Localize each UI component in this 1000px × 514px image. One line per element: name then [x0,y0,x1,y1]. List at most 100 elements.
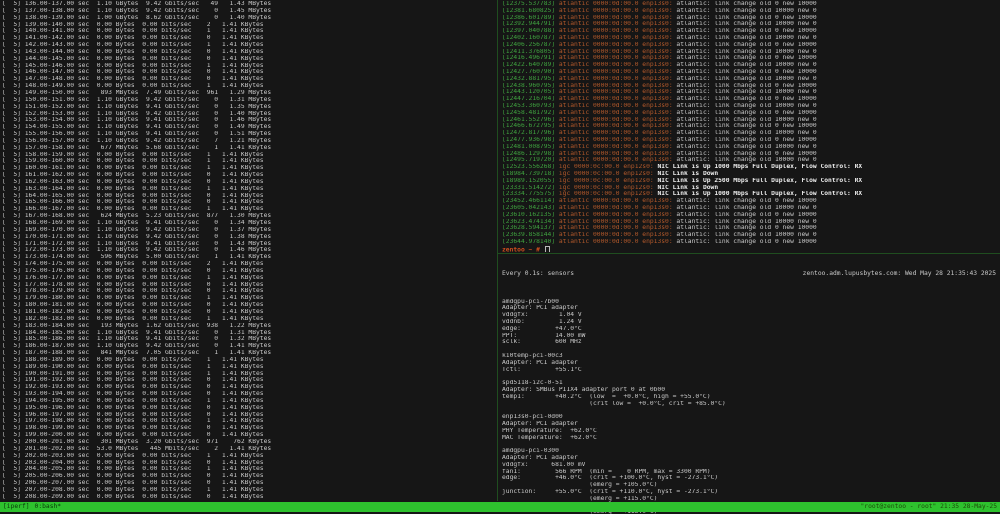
kernel-log-line: [12411.376805] atlantic 0000:0d:00.0 enp… [502,49,998,56]
log-timestamp: [12486.129798] [502,151,559,157]
log-device: atlantic 0000:0d:00.0 enp13s0: [559,157,677,163]
log-message: atlantic: link change old 0 new 10000 [676,96,816,102]
log-timestamp: [12416.496791] [502,55,559,61]
iperf-row: [ 5] 153.00-154.00 sec 1.10 GBytes 9.41 … [2,117,496,124]
iperf-row: [ 5] 181.00-182.00 sec 0.00 Bytes 0.00 b… [2,309,496,316]
log-message: NIC Link is Down [657,185,718,191]
kernel-log-line: [12397.040788] atlantic 0000:0d:00.0 enp… [502,28,998,35]
log-message: atlantic: link change old 10000 new 0 [676,8,816,14]
iperf-row: [ 5] 179.00-180.00 sec 0.00 Bytes 0.00 b… [2,295,496,302]
pane-border-vertical[interactable] [497,0,498,501]
log-message: atlantic: link change old 0 new 10000 [676,110,816,116]
sensors-line: sclk: 600 MHz [502,339,998,346]
log-device: atlantic 0000:0d:00.0 enp13s0: [559,69,677,75]
iperf-row: [ 5] 145.00-146.00 sec 0.00 Bytes 0.00 b… [2,63,496,70]
iperf-row: [ 5] 143.00-144.00 sec 0.00 Bytes 0.00 b… [2,49,496,56]
iperf-row: [ 5] 137.00-138.00 sec 1.10 GBytes 9.42 … [2,8,496,15]
kernel-log-line: [23610.162135] atlantic 0000:0d:00.0 enp… [502,212,998,219]
log-timestamp: [23610.162135] [502,212,559,218]
iperf-row: [ 5] 147.00-148.00 sec 0.00 Bytes 0.00 b… [2,76,496,83]
watch-host-timestamp: zentoo.adm.lupusbytes.com: Wed May 28 21… [803,271,996,278]
iperf-row: [ 5] 203.00-204.00 sec 0.00 Bytes 0.00 b… [2,460,496,467]
iperf-row: [ 5] 174.00-175.00 sec 0.00 Bytes 0.00 b… [2,261,496,268]
kernel-log-line: [12453.360793] atlantic 0000:0d:00.0 enp… [502,103,998,110]
iperf-row: [ 5] 196.00-197.00 sec 0.00 Bytes 0.00 b… [2,412,496,419]
log-device: igc 0000:0c:00.0 enp12s0: [559,191,658,197]
sensors-line: spd5118-i2c-0-51 [502,380,998,387]
log-message: NIC Link is Up 1000 Mbps Full Duplex, Fl… [657,164,862,170]
iperf-row: [ 5] 148.00-149.00 sec 0.00 Bytes 0.00 b… [2,83,496,90]
iperf-row: [ 5] 178.00-179.00 sec 0.00 Bytes 0.00 b… [2,288,496,295]
iperf-row: [ 5] 175.00-176.00 sec 0.00 Bytes 0.00 b… [2,268,496,275]
iperf-row: [ 5] 164.00-165.00 sec 0.00 Bytes 0.00 b… [2,193,496,200]
kernel-log-line: [12443.120705] atlantic 0000:0d:00.0 enp… [502,89,998,96]
dmesg-pane[interactable]: [12375.537783] atlantic 0000:0d:00.0 enp… [502,1,998,253]
iperf-row: [ 5] 190.00-191.00 sec 0.00 Bytes 0.00 b… [2,371,496,378]
terminal-cursor [545,246,550,253]
pane-border-horizontal[interactable] [498,253,1000,254]
sensors-line: Adapter: PCI adapter [502,455,998,462]
log-device: igc 0000:0c:00.0 enp12s0: [559,185,658,191]
sensors-line [502,346,998,353]
iperf-row: [ 5] 197.00-198.00 sec 0.00 Bytes 0.00 b… [2,418,496,425]
log-message: atlantic: link change old 0 new 10000 [676,198,816,204]
iperf-row: [ 5] 200.00-201.00 sec 301 MBytes 3.20 G… [2,439,496,446]
log-message: atlantic: link change old 0 new 10000 [676,69,816,75]
sensors-line [502,407,998,414]
iperf-row: [ 5] 186.00-187.00 sec 1.10 GBytes 9.42 … [2,343,496,350]
sensors-pane[interactable]: Every 0.1s: sensors zentoo.adm.lupusbyte… [502,257,998,502]
iperf-row: [ 5] 192.00-193.00 sec 0.00 Bytes 0.00 b… [2,384,496,391]
log-device: atlantic 0000:0d:00.0 enp13s0: [559,8,677,14]
log-timestamp: [12381.680825] [502,8,559,14]
iperf-row: [ 5] 160.00-161.00 sec 0.00 Bytes 0.00 b… [2,165,496,172]
log-message: atlantic: link change old 10000 new 0 [676,89,816,95]
sensors-line: (crit low = +0.0°C, crit = +85.0°C) [502,401,998,408]
log-timestamp: [12375.537783] [502,1,559,7]
iperf-row: [ 5] 150.00-151.00 sec 1.10 GBytes 9.42 … [2,97,496,104]
kernel-log-line: [12381.680825] atlantic 0000:0d:00.0 enp… [502,8,998,15]
sensors-line: vddgfx: 681.00 mV [502,462,998,469]
log-device: atlantic 0000:0d:00.0 enp13s0: [559,103,677,109]
kernel-log-line: [12438.960795] atlantic 0000:0d:00.0 enp… [502,83,998,90]
kernel-log-line: [12406.256787] atlantic 0000:0d:00.0 enp… [502,42,998,49]
log-timestamp: [12447.216704] [502,96,559,102]
log-timestamp: [23628.594137] [502,225,559,231]
sensors-line: vddnb: 1.24 V [502,319,998,326]
iperf-row: [ 5] 156.00-157.00 sec 1.10 GBytes 9.42 … [2,138,496,145]
log-timestamp: [12481.008795] [502,144,559,150]
iperf-row: [ 5] 140.00-141.00 sec 0.00 Bytes 0.00 b… [2,28,496,35]
log-device: atlantic 0000:0d:00.0 enp13s0: [559,198,677,204]
log-device: atlantic 0000:0d:00.0 enp13s0: [559,144,677,150]
kernel-log-line: [23639.858144] atlantic 0000:0d:00.0 enp… [502,232,998,239]
log-timestamp: [23334.775575] [502,191,559,197]
iperf-row: [ 5] 165.00-166.00 sec 0.00 Bytes 0.00 b… [2,199,496,206]
kernel-log-line: [12427.760790] atlantic 0000:0d:00.0 enp… [502,69,998,76]
iperf-row: [ 5] 182.00-183.00 sec 0.00 Bytes 0.00 b… [2,316,496,323]
iperf-row: [ 5] 168.00-169.00 sec 1.10 GBytes 9.41 … [2,220,496,227]
iperf-row: [ 5] 187.00-188.00 sec 841 MBytes 7.05 G… [2,350,496,357]
iperf-row: [ 5] 171.00-172.00 sec 1.10 GBytes 9.41 … [2,241,496,248]
iperf-row: [ 5] 208.00-209.00 sec 0.00 Bytes 0.00 b… [2,494,496,501]
kernel-log-line: [12392.944791] atlantic 0000:0d:00.0 enp… [502,21,998,28]
log-message: atlantic: link change old 10000 new 0 [676,157,816,163]
tmux-status-right: "root@zentoo - root" 21:35 28-May-25 [861,502,997,512]
log-timestamp: [12432.881795] [502,76,559,82]
log-timestamp: [12386.601789] [502,15,559,21]
log-message: atlantic: link change old 0 new 10000 [676,55,816,61]
tmux-window-item[interactable]: 0:bash* [35,503,62,510]
kernel-log-line: [12432.881795] atlantic 0000:0d:00.0 enp… [502,76,998,83]
shell-prompt-line[interactable]: zentoo ~ # [502,246,998,253]
iperf-pane[interactable]: [ 5] 136.00-137.00 sec 1.10 GBytes 9.42 … [2,1,496,501]
log-timestamp: [12397.040788] [502,28,559,34]
log-message: NIC Link is Up 1000 Mbps Full Duplex, Fl… [657,191,862,197]
watch-header: Every 0.1s: sensors zentoo.adm.lupusbyte… [502,271,998,278]
tmux-session-name: [iperf] [3,503,30,510]
log-timestamp: [12438.960795] [502,83,559,89]
kernel-log-line: [23628.594137] atlantic 0000:0d:00.0 enp… [502,225,998,232]
iperf-row: [ 5] 146.00-147.00 sec 0.00 Bytes 0.00 b… [2,69,496,76]
log-timestamp: [12461.552796] [502,117,559,123]
iperf-row: [ 5] 166.00-167.00 sec 0.00 Bytes 0.00 b… [2,206,496,213]
log-message: atlantic: link change old 0 new 10000 [676,28,816,34]
log-device: atlantic 0000:0d:00.0 enp13s0: [559,219,677,225]
iperf-row: [ 5] 198.00-199.00 sec 0.00 Bytes 0.00 b… [2,425,496,432]
